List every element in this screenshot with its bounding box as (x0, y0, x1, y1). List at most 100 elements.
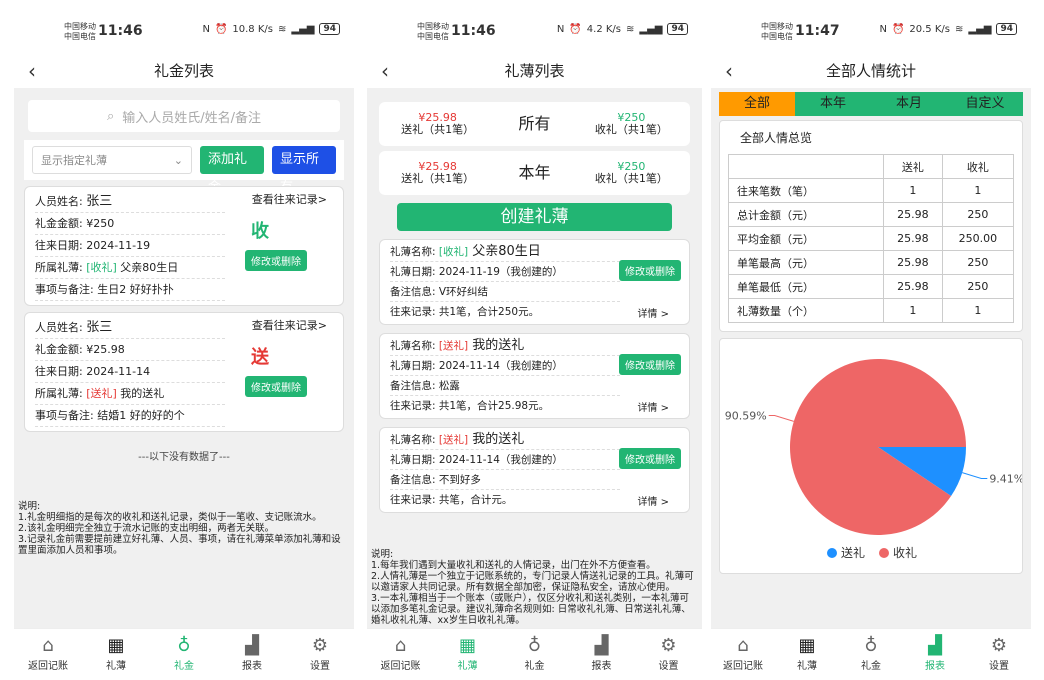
tab-back-to-ledger[interactable]: ⌂ 返回记账 (367, 629, 434, 678)
view-history-link[interactable]: 查看往来记录> (252, 191, 327, 207)
chart-icon: ▟ (594, 635, 609, 656)
tab-label: 报表 (242, 661, 262, 672)
show-all-button[interactable]: 显示所有 (272, 146, 336, 195)
period-label: 所有 (518, 114, 551, 133)
tab-back-to-ledger[interactable]: ⌂ 返回记账 (711, 629, 775, 678)
tab-back-to-ledger[interactable]: ⌂ 返回记账 (14, 629, 82, 678)
battery-icon: 94 (667, 23, 688, 35)
tab-gift-money[interactable]: ♁ 礼金 (150, 629, 218, 678)
tab-gift-money[interactable]: ♁ 礼金 (501, 629, 568, 678)
book-date: 礼薄日期: 2024-11-19（我创建的） (390, 262, 620, 282)
add-gift-button[interactable]: 添加礼金 (200, 146, 264, 195)
tab-settings[interactable]: ⚙ 设置 (635, 629, 702, 678)
details-link[interactable]: 详情 > (637, 493, 669, 508)
details-link[interactable]: 详情 > (637, 399, 669, 414)
pie-chart: 9.41% 90.59% 送礼 收礼 (725, 359, 1024, 560)
note-line: 2.人情礼薄是一个独立于记账系统的，专门记录人情送礼记录的工具。礼薄可以邀请家人… (371, 571, 694, 593)
tab-reports[interactable]: ▟ 报表 (903, 629, 967, 678)
home-icon: ⌂ (394, 635, 407, 656)
alarm-icon: ⏰ (891, 23, 905, 35)
tab-label: 报表 (925, 661, 945, 672)
pie-label-line (962, 472, 988, 479)
grid-icon: ▦ (798, 635, 816, 656)
search-icon: ⌕ (106, 108, 115, 124)
out-label: 送礼（共1笔） (401, 123, 475, 136)
book-records: 往来记录: 共笔，合计元。 (390, 494, 513, 506)
create-book-button[interactable]: 创建礼薄 (397, 203, 672, 231)
seg-custom[interactable]: 自定义 (947, 92, 1023, 116)
grid-icon: ▦ (107, 635, 125, 656)
book-name-label: 礼薄名称: (390, 340, 439, 352)
cell: 250 (941, 274, 1015, 299)
tab-reports[interactable]: ▟ 报表 (568, 629, 635, 678)
book-card[interactable]: 礼薄名称: [送礼] 我的送礼 礼薄日期: 2024-11-14（我创建的） 备… (379, 427, 690, 513)
table-row: 往来笔数（笔） 1 1 (727, 178, 1015, 203)
tab-settings[interactable]: ⚙ 设置 (286, 629, 354, 678)
wifi-icon: ≋ (626, 23, 635, 35)
tab-books[interactable]: ▦ 礼薄 (82, 629, 150, 678)
seg-year[interactable]: 本年 (795, 92, 871, 116)
book-card[interactable]: 礼薄名称: [送礼] 我的送礼 礼薄日期: 2024-11-14（我创建的） 备… (379, 333, 690, 419)
edit-delete-button[interactable]: 修改或删除 (245, 376, 307, 397)
net-speed: 10.8 K/s (232, 23, 273, 35)
cell: 25.98 (883, 202, 943, 227)
cell: 单笔最低（元） (727, 274, 885, 299)
search-input[interactable]: ⌕ 输入人员姓氏/姓名/备注 (28, 100, 340, 132)
tab-settings[interactable]: ⚙ 设置 (967, 629, 1031, 678)
view-history-link[interactable]: 查看往来记录> (252, 317, 327, 333)
legend-label: 收礼 (893, 545, 917, 560)
cell: 1 (941, 178, 1015, 203)
person-name: 张三 (86, 320, 113, 335)
seg-month[interactable]: 本月 (871, 92, 947, 116)
book-date: 礼薄日期: 2024-11-14（我创建的） (390, 450, 620, 470)
note: 事项与备注: 结婚1 好的好的个 (35, 405, 225, 427)
wifi-icon: ≋ (955, 23, 964, 35)
tab-books[interactable]: ▦ 礼薄 (434, 629, 501, 678)
details-link[interactable]: 详情 > (637, 305, 669, 320)
tab-label: 返回记账 (380, 661, 421, 672)
book-card[interactable]: 礼薄名称: [收礼] 父亲80生日 礼薄日期: 2024-11-19（我创建的）… (379, 239, 690, 325)
battery-icon: 94 (319, 23, 340, 35)
name-label: 人员姓名: (35, 195, 87, 208)
note-line: 1.礼金明细指的是每次的收礼和送礼记录，类似于一笔收、支记账流水。 (18, 512, 322, 523)
book-name-label: 礼薄名称: (390, 434, 439, 446)
book-records: 往来记录: 共1笔，合计250元。 (390, 306, 540, 318)
in-label: 收礼（共1笔） (594, 172, 668, 185)
back-arrow-icon[interactable]: ‹ (28, 54, 36, 88)
book-select[interactable]: 显示指定礼薄 ⌄ (32, 146, 192, 174)
no-more-data: ---以下没有数据了--- (138, 452, 230, 463)
grid-icon: ▦ (458, 635, 476, 656)
action-bar: 显示指定礼薄 ⌄ 添加礼金 显示所有 (24, 140, 344, 195)
carrier-1: 中国移动 (761, 22, 793, 31)
clock: 11:46 (98, 23, 143, 39)
cell: 礼薄数量（个） (727, 298, 885, 323)
book-tag: [收礼] (86, 261, 117, 274)
alarm-icon: ⏰ (569, 23, 582, 35)
tab-gift-money[interactable]: ♁ 礼金 (839, 629, 903, 678)
cell: 25.98 (883, 274, 943, 299)
search-placeholder: 输入人员姓氏/姓名/备注 (122, 110, 262, 126)
carrier-1: 中国移动 (64, 22, 96, 31)
table-row: 礼薄数量（个） 1 1 (727, 298, 1015, 323)
tab-label: 礼金 (861, 661, 881, 672)
tab-bar: ⌂ 返回记账 ▦ 礼薄 ♁ 礼金 ▟ 报表 ⚙ 设置 (14, 628, 354, 678)
edit-delete-button[interactable]: 修改或删除 (245, 250, 307, 271)
cell: 25.98 (883, 250, 943, 275)
amount: 礼金金额: ¥25.98 (35, 339, 225, 361)
edit-delete-button[interactable]: 修改或删除 (619, 448, 681, 469)
status-bar: 中国移动 中国电信 11:46 N ⏰ 4.2 K/s ≋ ▂▄▆ 94 (367, 10, 702, 54)
tab-books[interactable]: ▦ 礼薄 (775, 629, 839, 678)
table-row: 总计金额（元） 25.98 250 (727, 202, 1015, 227)
back-arrow-icon[interactable]: ‹ (381, 54, 389, 88)
tab-reports[interactable]: ▟ 报表 (218, 629, 286, 678)
overview-title: 全部人情总览 (740, 131, 813, 145)
edit-delete-button[interactable]: 修改或删除 (619, 260, 681, 281)
pie-data-label: 9.41% (989, 472, 1022, 485)
gift-record-card[interactable]: 人员姓名: 张三 礼金金额: ¥250 往来日期: 2024-11-19 所属礼… (24, 186, 344, 306)
edit-delete-button[interactable]: 修改或删除 (619, 354, 681, 375)
back-arrow-icon[interactable]: ‹ (725, 54, 733, 88)
gift-record-card[interactable]: 人员姓名: 张三 礼金金额: ¥25.98 往来日期: 2024-11-14 所… (24, 312, 344, 432)
book-tag: [送礼] (438, 340, 469, 352)
seg-all[interactable]: 全部 (719, 92, 795, 116)
book-name: 我的送礼 (116, 387, 165, 400)
